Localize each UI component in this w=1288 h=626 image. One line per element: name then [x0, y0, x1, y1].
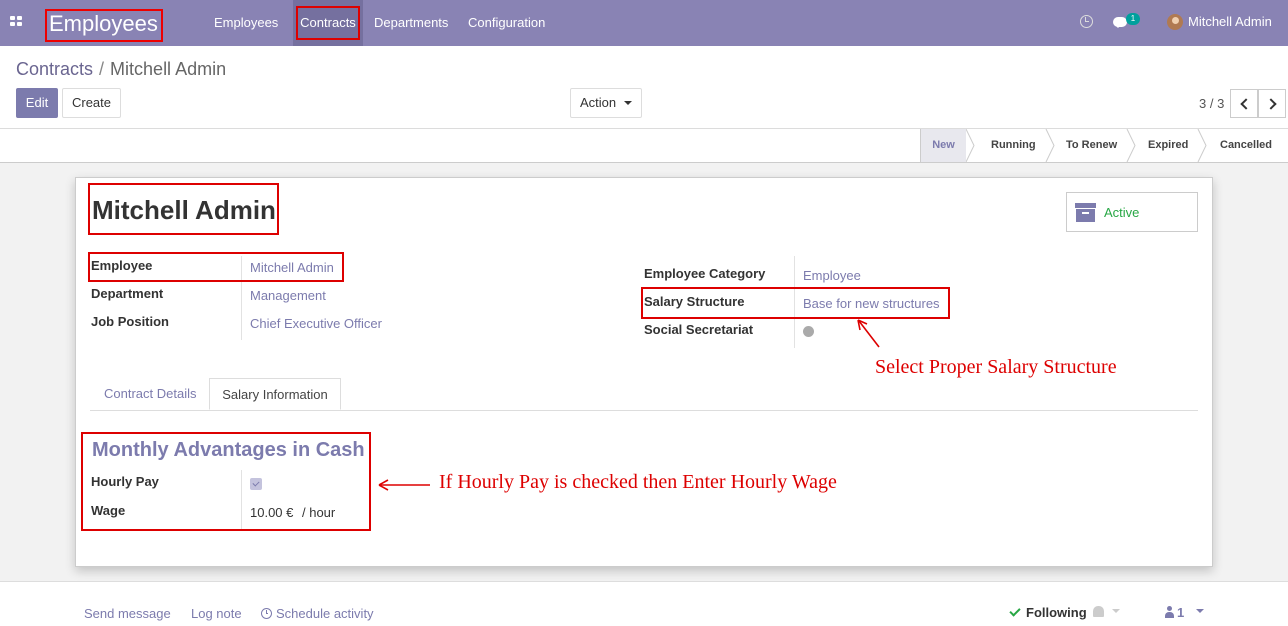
action-dropdown[interactable]: Action — [570, 88, 642, 118]
tab-salary-information[interactable]: Salary Information — [209, 378, 341, 410]
highlight-title — [88, 183, 279, 235]
pager-value[interactable]: 3 / 3 — [1199, 96, 1224, 111]
highlight-monthly-advantages — [81, 432, 371, 531]
stage-new[interactable]: New — [921, 129, 966, 162]
highlight-contracts — [296, 6, 360, 40]
caret-down-icon[interactable] — [1196, 609, 1204, 617]
followers-count[interactable]: 1 — [1177, 605, 1184, 620]
stage-running[interactable]: Running — [991, 129, 1036, 162]
social-secretariat-label: Social Secretariat — [644, 322, 754, 337]
menu-departments[interactable]: Departments — [374, 0, 448, 46]
caret-down-icon — [624, 101, 632, 109]
breadcrumb-separator: / — [99, 59, 105, 79]
avatar[interactable] — [1167, 14, 1183, 30]
highlight-salary-structure — [641, 287, 950, 319]
chatter-divider — [0, 581, 1288, 582]
employee-category-value[interactable]: Employee — [803, 268, 861, 283]
active-toggle-button[interactable]: Active — [1066, 192, 1198, 232]
chevron-right-icon — [1265, 98, 1277, 110]
menu-configuration[interactable]: Configuration — [468, 0, 545, 46]
next-record-button[interactable] — [1258, 89, 1286, 118]
department-value[interactable]: Management — [250, 288, 326, 303]
menu-employees[interactable]: Employees — [214, 0, 278, 46]
bell-icon[interactable] — [1093, 606, 1104, 617]
top-navbar: Employees Employees Contracts Department… — [0, 0, 1288, 46]
annotation-hourly-text: If Hourly Pay is checked then Enter Hour… — [439, 471, 837, 493]
highlight-employee — [88, 252, 344, 282]
user-icon — [1165, 606, 1174, 618]
stage-cancelled[interactable]: Cancelled — [1220, 129, 1272, 162]
action-label: Action — [580, 95, 617, 110]
create-button[interactable]: Create — [62, 88, 121, 118]
annotation-salary-text: Select Proper Salary Structure — [875, 356, 1117, 378]
app-title[interactable]: Employees — [45, 9, 163, 42]
job-position-value[interactable]: Chief Executive Officer — [250, 316, 382, 331]
archive-icon — [1075, 203, 1096, 222]
stage-to-renew[interactable]: To Renew — [1066, 129, 1117, 162]
clock-icon — [261, 608, 272, 619]
following-button[interactable]: Following — [1026, 605, 1087, 620]
previous-record-button[interactable] — [1230, 89, 1258, 118]
breadcrumb-contracts[interactable]: Contracts — [16, 59, 93, 79]
status-dot-icon[interactable] — [803, 326, 814, 337]
apps-menu-icon[interactable] — [10, 16, 23, 28]
check-icon — [1009, 605, 1021, 617]
active-label: Active — [1104, 205, 1140, 220]
breadcrumb-current: Mitchell Admin — [110, 59, 227, 79]
edit-button[interactable]: Edit — [16, 88, 58, 118]
annotation-arrow-left-icon — [378, 479, 430, 491]
stage-expired[interactable]: Expired — [1148, 129, 1188, 162]
department-label: Department — [91, 286, 164, 301]
user-menu[interactable]: Mitchell Admin — [1188, 0, 1272, 46]
job-position-label: Job Position — [91, 314, 169, 329]
chat-icon[interactable] — [1113, 17, 1127, 28]
log-note-button[interactable]: Log note — [191, 606, 242, 621]
breadcrumb: Contracts / Mitchell Admin — [16, 59, 226, 80]
annotation-arrow-up-icon — [857, 319, 880, 348]
caret-down-icon[interactable] — [1112, 609, 1120, 617]
activity-clock-icon[interactable] — [1080, 15, 1093, 28]
chevron-left-icon — [1240, 98, 1252, 110]
tab-contract-details[interactable]: Contract Details — [104, 378, 196, 410]
status-bar: New Running To Renew Expired Cancelled — [0, 129, 1288, 163]
send-message-button[interactable]: Send message — [84, 606, 171, 621]
schedule-activity-button[interactable]: Schedule activity — [276, 606, 374, 621]
message-count-badge: 1 — [1126, 13, 1140, 25]
employee-category-label: Employee Category — [644, 266, 766, 281]
